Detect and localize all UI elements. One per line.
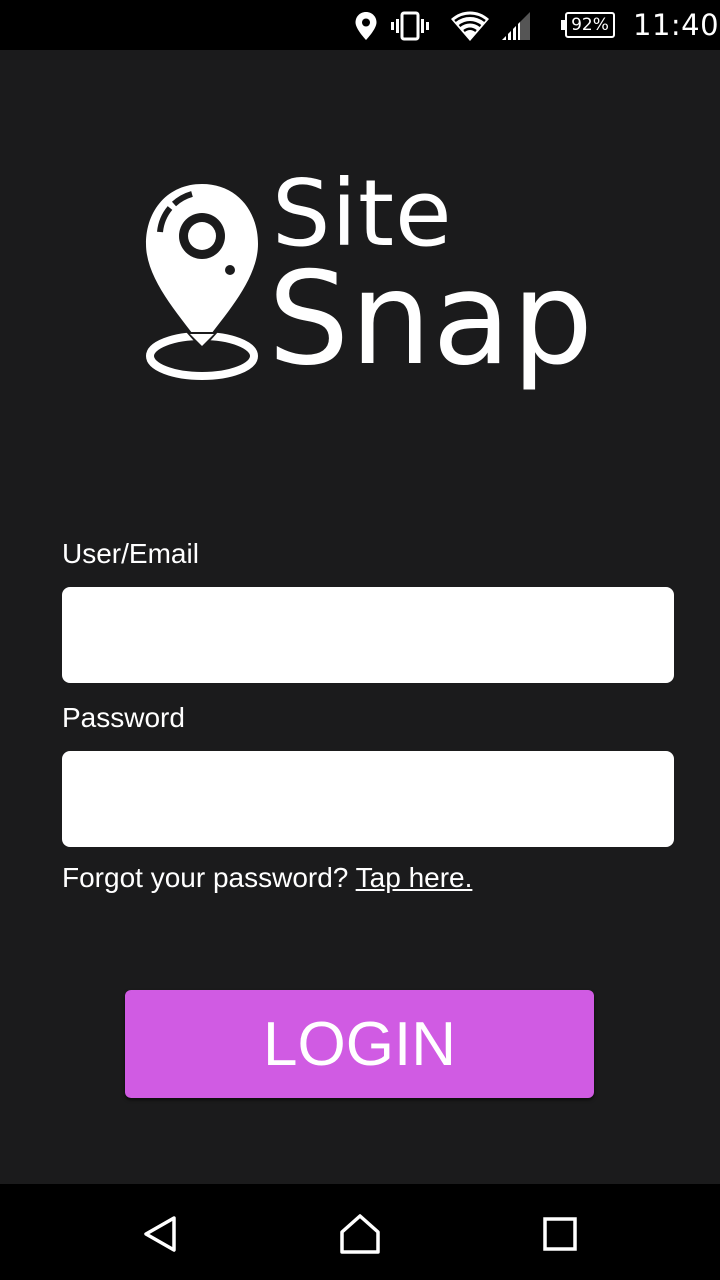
map-pin-logo-icon [146, 184, 258, 380]
password-input[interactable] [62, 751, 674, 847]
recents-icon[interactable] [538, 1212, 582, 1256]
logo-word-snap: Snap [268, 245, 595, 394]
vibrate-icon [391, 10, 429, 42]
login-button[interactable]: LOGIN [125, 990, 594, 1098]
forgot-password-row: Forgot your password? Tap here. [62, 862, 472, 894]
password-label: Password [62, 702, 185, 733]
forgot-password-link[interactable]: Tap here. [356, 862, 473, 893]
site-snap-logo: Site Snap [140, 168, 610, 416]
wifi-icon [450, 10, 490, 42]
cell-signal-icon [500, 10, 532, 42]
status-time: 11:40 [633, 8, 720, 42]
user-email-label: User/Email [62, 538, 199, 569]
system-nav-bar [0, 1184, 720, 1280]
login-screen: 92% 11:40 Site Snap User/Email Password … [0, 0, 720, 1280]
battery-icon: 92% [561, 12, 615, 38]
status-bar: 92% 11:40 [0, 0, 720, 50]
back-icon[interactable] [138, 1212, 182, 1256]
user-email-input[interactable] [62, 587, 674, 683]
location-icon [354, 10, 378, 42]
forgot-password-text: Forgot your password? [62, 862, 349, 893]
home-icon[interactable] [338, 1212, 382, 1256]
battery-percent: 92% [571, 15, 609, 35]
